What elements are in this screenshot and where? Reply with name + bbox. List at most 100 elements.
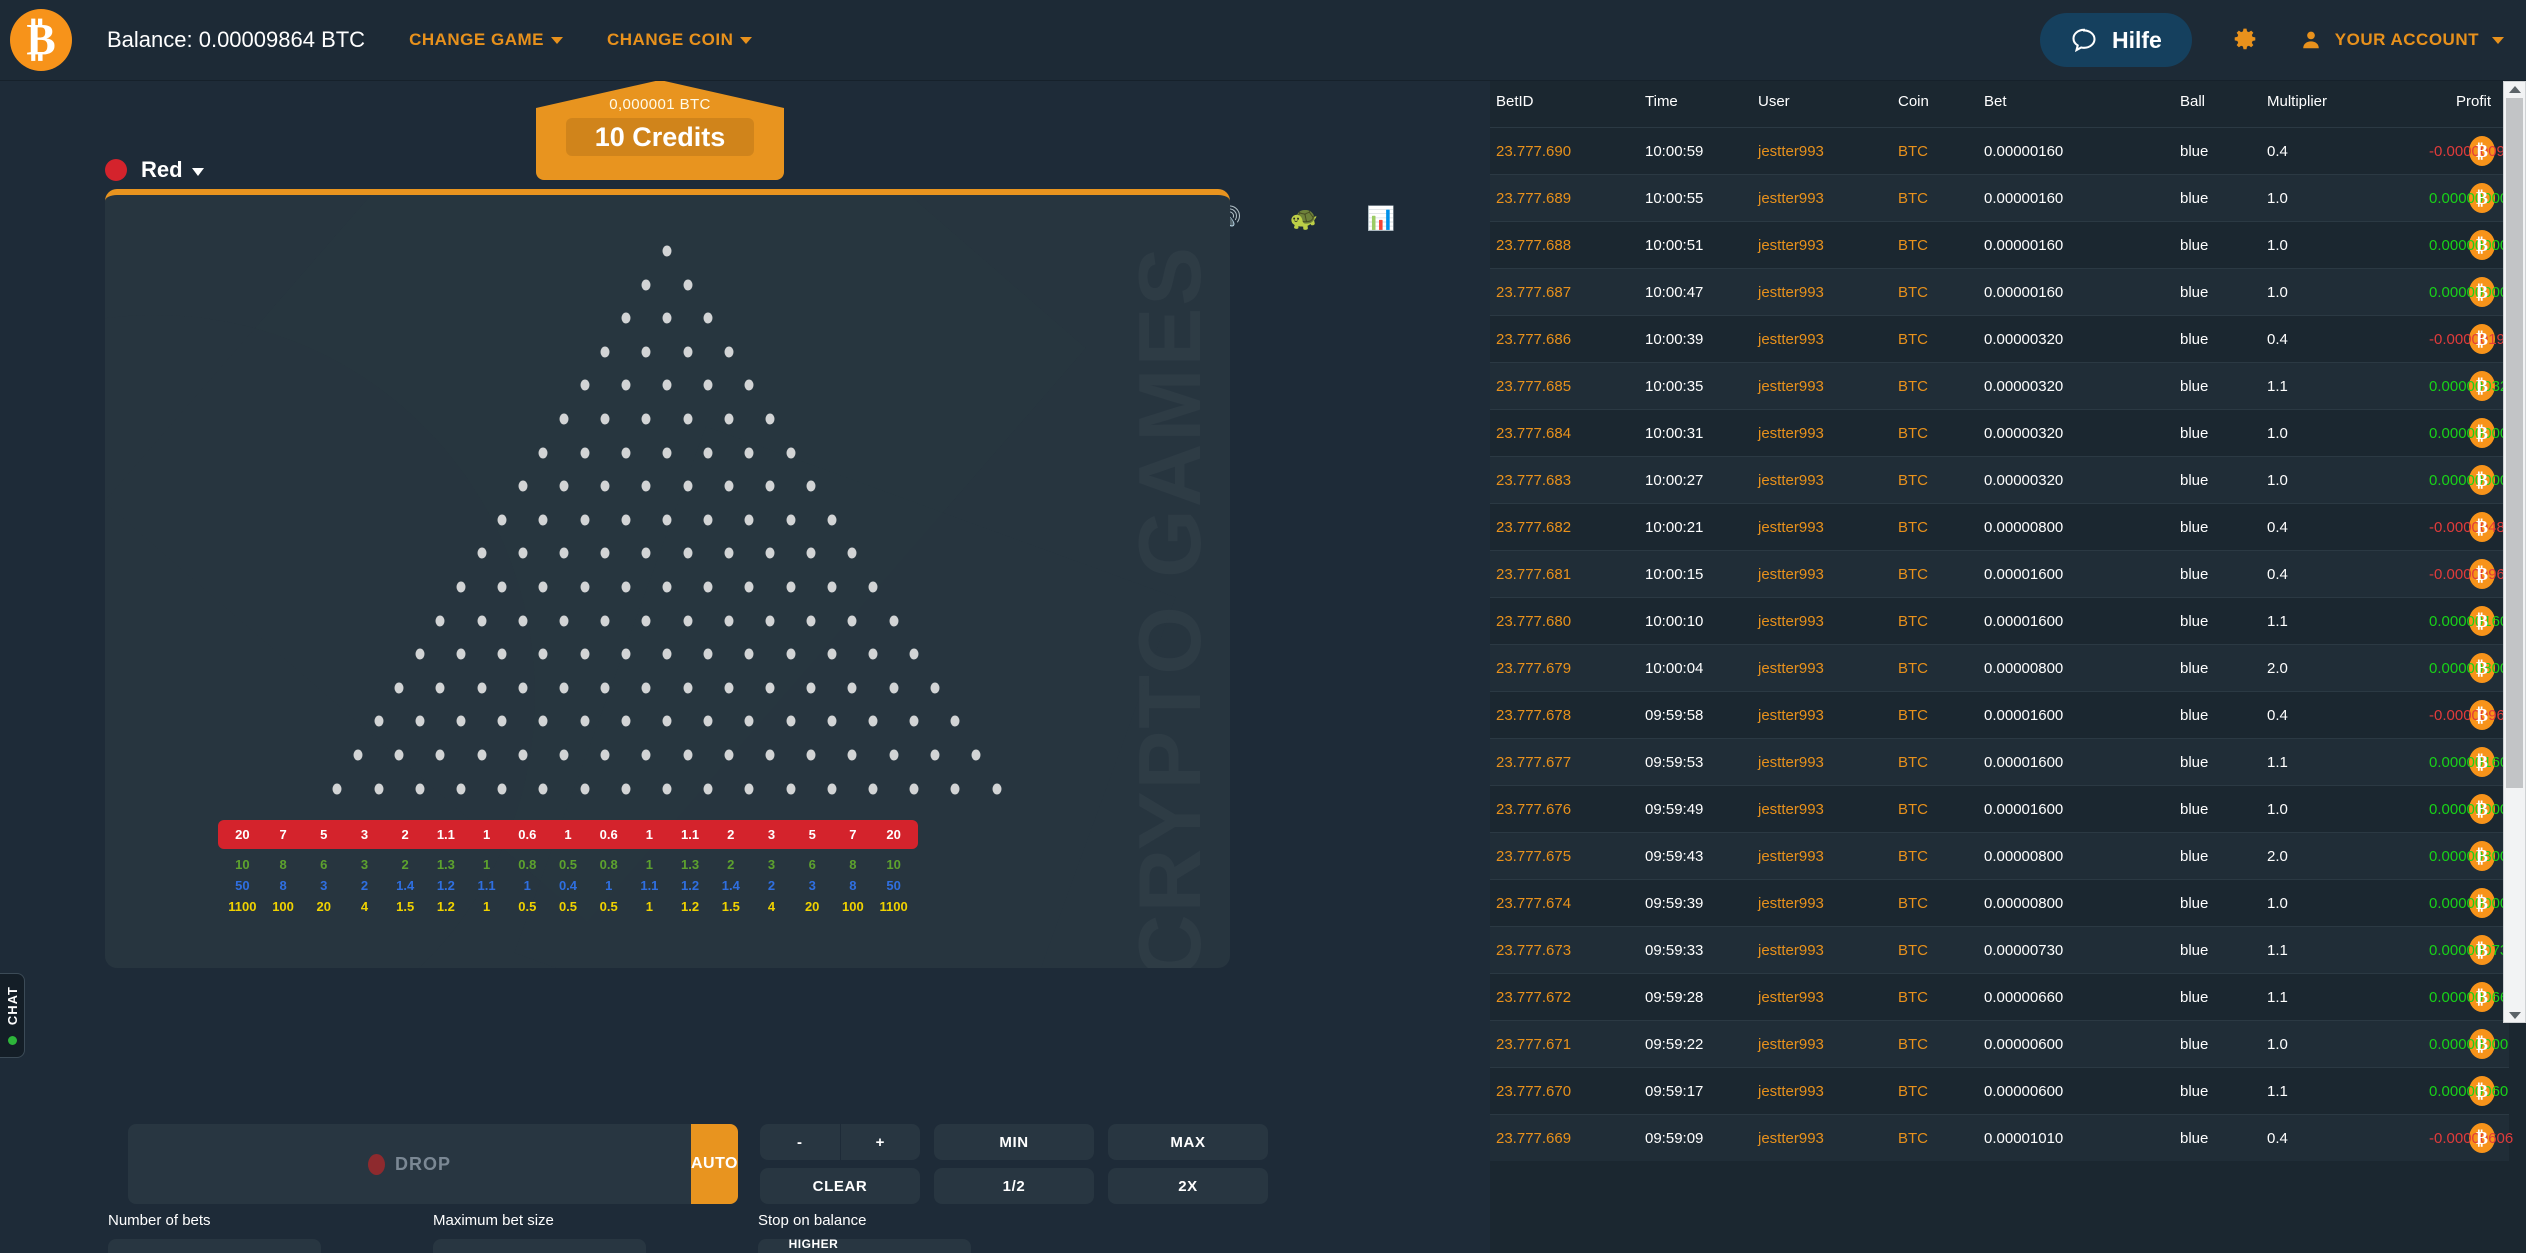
account-menu[interactable]: YOUR ACCOUNT — [2300, 29, 2504, 51]
peg — [394, 682, 404, 694]
table-row[interactable]: 23.777.688 10:00:51 jestter993 BTC 0.0000016… — [1490, 221, 2509, 269]
cell-coin: BTC — [1898, 362, 1984, 410]
clear-bet-button[interactable]: CLEAR — [760, 1168, 920, 1204]
peg — [806, 682, 816, 694]
table-row[interactable]: 23.777.674 09:59:39 jestter993 BTC 0.0000080… — [1490, 879, 2509, 927]
multiplier-cell: 6 — [320, 857, 328, 872]
multiplier-row-blue[interactable]: 50 8 3 2 1.4 1.2 1.1 1 0.4 1 1.1 1.2 1.4 2 3 8 50 — [218, 875, 918, 896]
max-bet-button[interactable]: MAX — [1108, 1124, 1268, 1160]
chat-toggle[interactable]: CHAT — [0, 973, 25, 1058]
scroll-up-button[interactable] — [2504, 82, 2525, 96]
peg — [641, 682, 651, 694]
bet-amount-credits[interactable]: 10 Credits — [566, 118, 754, 156]
column-header-user[interactable]: User — [1758, 81, 1898, 128]
table-row[interactable]: 23.777.682 10:00:21 jestter993 BTC 0.0000080… — [1490, 503, 2513, 551]
peg — [538, 783, 548, 795]
auto-toggle-button[interactable]: AUTO — [690, 1124, 738, 1204]
multiplier-cell: 1.4 — [721, 878, 740, 893]
peg — [559, 480, 569, 492]
column-header-betid[interactable]: BetID — [1490, 81, 1645, 128]
column-header-multiplier[interactable]: Multiplier — [2267, 81, 2429, 128]
multiplier-row-red[interactable]: 20 7 5 3 2 1.1 1 0.6 1 0.6 1 1.1 2 3 5 7 20 — [218, 820, 918, 849]
bitcoin-logo-icon[interactable]: ₿ — [10, 9, 72, 71]
bet-history-scrollbar[interactable] — [2503, 81, 2526, 1023]
cell-betid: 23.777.672 — [1490, 973, 1645, 1021]
peg — [744, 648, 754, 660]
increase-bet-button[interactable]: + — [841, 1124, 921, 1160]
peg — [683, 279, 693, 291]
cell-user: jestter993 — [1758, 1020, 1898, 1068]
user-icon — [2303, 31, 2319, 49]
table-row[interactable]: 23.777.684 10:00:31 jestter993 BTC 0.0000032… — [1490, 409, 2509, 457]
no-chart-icon[interactable]: 📊 — [1367, 207, 1396, 230]
multiplier-row-green[interactable]: 10 8 6 3 2 1.3 1 0.8 0.5 0.8 1 1.3 2 3 6 8 10 — [218, 854, 918, 875]
table-row[interactable]: 23.777.690 10:00:59 jestter993 BTC 0.0000016… — [1490, 127, 2513, 175]
table-row[interactable]: 23.777.673 09:59:33 jestter993 BTC 0.0000073… — [1490, 926, 2509, 974]
peg — [683, 682, 693, 694]
multiplier-cell: 1 — [645, 857, 653, 872]
bet-amount-widget[interactable]: BET AMOUNT 0,000001 BTC 10 Credits — [536, 81, 784, 180]
scroll-down-button[interactable] — [2504, 1008, 2525, 1022]
table-row[interactable]: 23.777.687 10:00:47 jestter993 BTC 0.0000016… — [1490, 268, 2509, 316]
table-row[interactable]: 23.777.677 09:59:53 jestter993 BTC 0.0000160… — [1490, 738, 2509, 786]
number-of-bets-stepper[interactable]: - 10000 + — [108, 1239, 321, 1253]
column-header-ball[interactable]: Ball — [2180, 81, 2267, 128]
peg — [806, 547, 816, 559]
cell-multiplier: 0.4 — [2267, 503, 2429, 551]
plinko-board[interactable]: CRYPTO GAMES 2075321.110.610.611.1235720… — [105, 189, 1230, 968]
cell-profit: 0.00000066 — [2429, 973, 2508, 1021]
table-row[interactable]: 23.777.671 09:59:22 jestter993 BTC 0.0000060… — [1490, 1020, 2509, 1068]
change-coin-dropdown[interactable]: CHANGE COIN — [607, 30, 753, 50]
table-row[interactable]: 23.777.675 09:59:43 jestter993 BTC 0.0000080… — [1490, 832, 2509, 880]
multiplier-row-yellow[interactable]: 1100 100 20 4 1.5 1.2 1 0.5 0.5 0.5 1 1.2 1.5 4 20 100 1… — [218, 896, 918, 917]
maximum-bet-size-stepper[interactable]: - 100 + — [433, 1239, 646, 1253]
drop-button[interactable]: DROP — [128, 1124, 691, 1204]
multiplier-cell: 100 — [272, 899, 294, 914]
multiplier-cell: 1 — [645, 899, 653, 914]
cell-user: jestter993 — [1758, 973, 1898, 1021]
cell-coin: BTC — [1898, 597, 1984, 645]
table-row[interactable]: 23.777.679 10:00:04 jestter993 BTC 0.0000080… — [1490, 644, 2509, 692]
table-row[interactable]: 23.777.683 10:00:27 jestter993 BTC 0.0000032… — [1490, 456, 2509, 504]
table-row[interactable]: 23.777.689 10:00:55 jestter993 BTC 0.0000016… — [1490, 174, 2509, 222]
scrollbar-thumb[interactable] — [2506, 98, 2523, 788]
change-game-dropdown[interactable]: CHANGE GAME — [409, 30, 563, 50]
stop-on-balance-control[interactable]: HIGHER THAN LOWER THAN 10 Credit — [758, 1237, 971, 1253]
min-bet-button[interactable]: MIN — [934, 1124, 1094, 1160]
peg — [806, 615, 816, 627]
table-row[interactable]: 23.777.676 09:59:49 jestter993 BTC 0.0000160… — [1490, 785, 2509, 833]
peg — [559, 547, 569, 559]
peg — [662, 715, 672, 727]
double-bet-button[interactable]: 2X — [1108, 1168, 1268, 1204]
table-row[interactable]: 23.777.685 10:00:35 jestter993 BTC 0.0000032… — [1490, 362, 2509, 410]
turtle-icon[interactable]: 🐢 — [1290, 207, 1319, 230]
settings-button[interactable] — [2232, 27, 2258, 53]
cell-multiplier: 1.1 — [2267, 597, 2429, 645]
peg — [909, 715, 919, 727]
decrease-bet-button[interactable]: - — [760, 1124, 841, 1160]
cell-coin: BTC — [1898, 503, 1984, 551]
ball-color-selector[interactable]: Red — [105, 157, 204, 183]
table-row[interactable]: 23.777.681 10:00:15 jestter993 BTC 0.0000160… — [1490, 550, 2513, 598]
table-row[interactable]: 23.777.672 09:59:28 jestter993 BTC 0.0000066… — [1490, 973, 2509, 1021]
table-row[interactable]: 23.777.680 10:00:10 jestter993 BTC 0.0000160… — [1490, 597, 2509, 645]
help-button[interactable]: Hilfe — [2039, 13, 2192, 67]
cell-user: jestter993 — [1758, 1114, 1898, 1161]
multiplier-cell: 3 — [320, 878, 328, 893]
peg — [600, 413, 610, 425]
higher-than-option[interactable]: HIGHER THAN — [772, 1233, 855, 1253]
column-header-profit[interactable]: Profit — [2429, 81, 2509, 128]
table-row[interactable]: 23.777.678 09:59:58 jestter993 BTC 0.0000160… — [1490, 691, 2513, 739]
peg — [683, 547, 693, 559]
cell-coin: BTC — [1898, 973, 1984, 1021]
half-bet-button[interactable]: 1/2 — [934, 1168, 1094, 1204]
column-header-bet[interactable]: Bet — [1984, 81, 2180, 128]
multiplier-cell: 50 — [886, 878, 901, 893]
column-header-coin[interactable]: Coin — [1898, 81, 1984, 128]
table-row[interactable]: 23.777.670 09:59:17 jestter993 BTC 0.0000060… — [1490, 1067, 2509, 1115]
table-row[interactable]: 23.777.669 09:59:09 jestter993 BTC 0.0000101… — [1490, 1114, 2513, 1161]
table-row[interactable]: 23.777.686 10:00:39 jestter993 BTC 0.0000032… — [1490, 315, 2513, 363]
cell-ball: blue — [2180, 362, 2267, 410]
column-header-time[interactable]: Time — [1645, 81, 1758, 128]
autobet-panel: Number of bets - 10000 + Maximum bet siz… — [108, 1212, 1308, 1253]
